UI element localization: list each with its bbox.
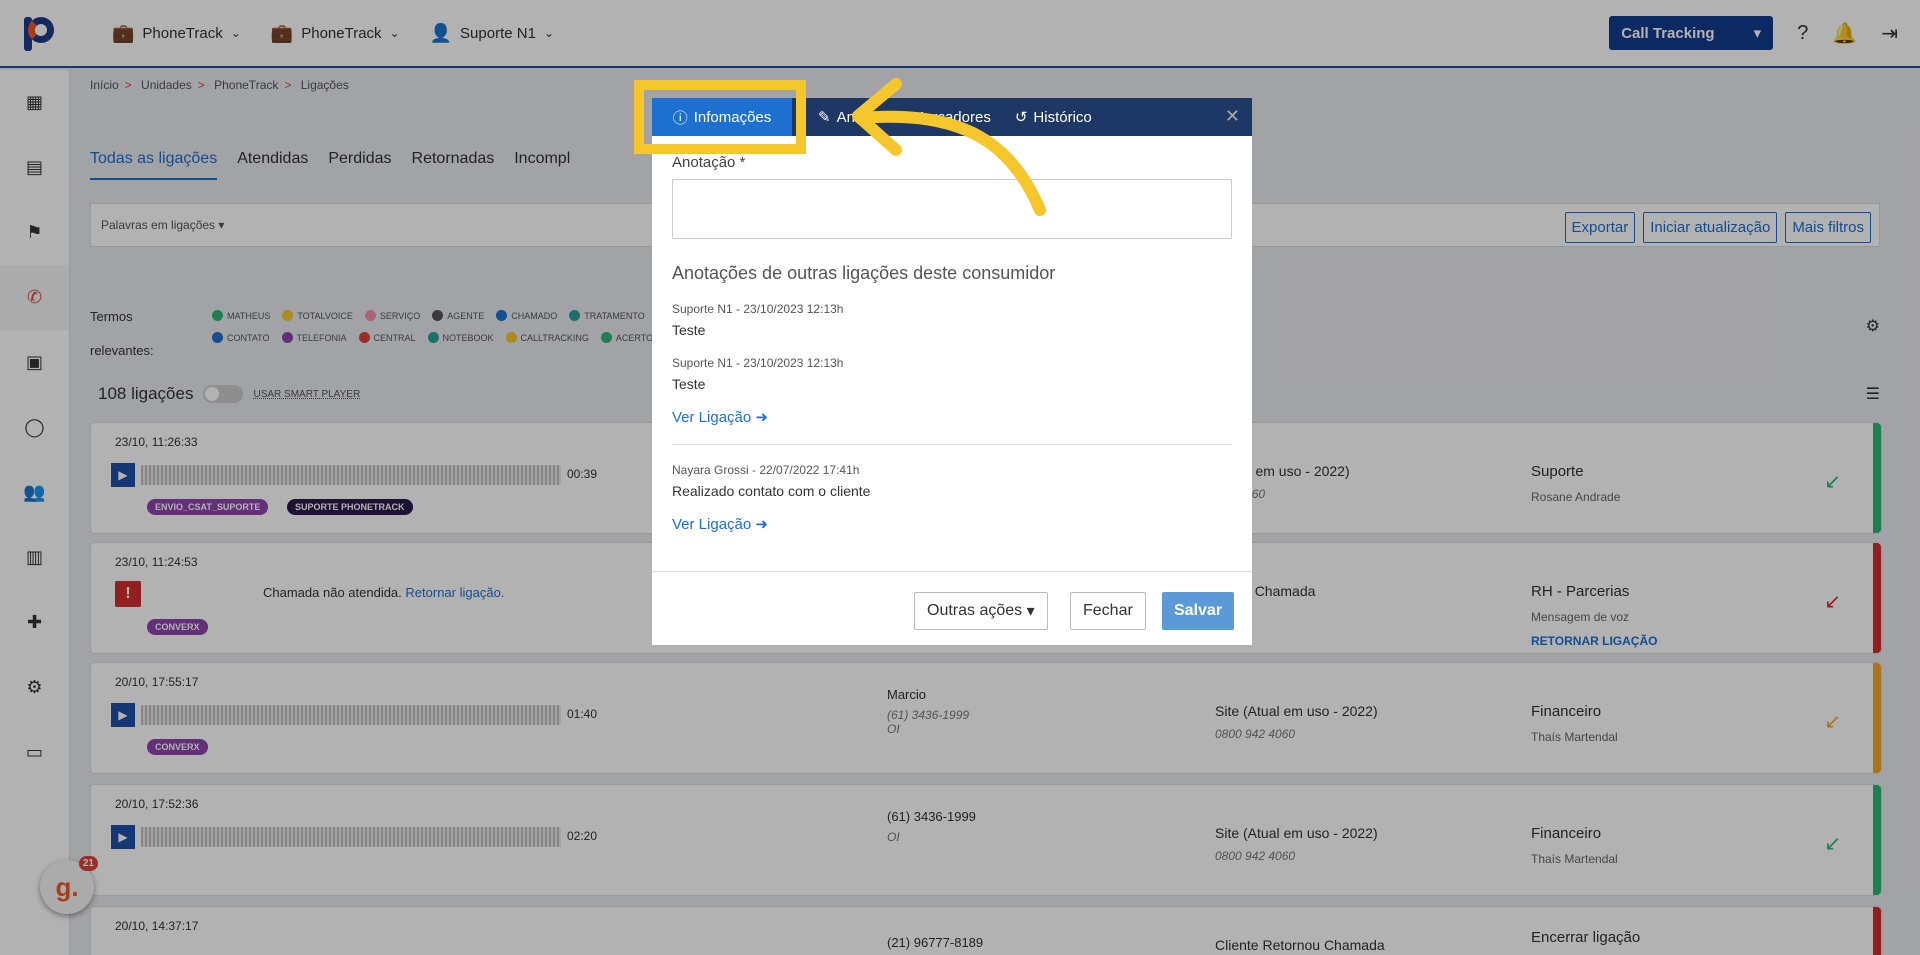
other-annotations-heading: Anotações de outras ligações deste consu… (672, 263, 1056, 283)
call-details-modal: ⓘ Infomações ✎ Anot ▭ Marcadores ↺ Histórico… (652, 98, 1252, 645)
tag-icon: ▭ (891, 109, 906, 126)
annotation-note: Nayara Grossi - 22/07/2022 17:41h Realiz… (672, 463, 871, 499)
save-button[interactable]: Salvar (1162, 592, 1235, 630)
edit-icon: ✎ (818, 109, 831, 126)
close-icon[interactable]: ✕ (1225, 106, 1240, 127)
annotation-note: Suporte N1 - 23/10/2023 12:13h Teste (672, 302, 844, 338)
other-actions-dropdown[interactable]: Outras ações ▾ (914, 592, 1048, 630)
close-button[interactable]: Fechar (1070, 592, 1146, 630)
annotation-textarea[interactable] (672, 179, 1232, 239)
chevron-right-circle-icon: ➜ (755, 409, 768, 426)
history-icon: ↺ (1014, 109, 1028, 126)
annotation-label: Anotação * (672, 154, 746, 171)
annotation-note: Suporte N1 - 23/10/2023 12:13h Teste (672, 356, 844, 392)
tutorial-highlight-box (634, 80, 806, 154)
divider (672, 444, 1232, 445)
tab-anotacoes[interactable]: ✎ Anot (806, 98, 879, 136)
modal-footer: Outras ações ▾ Fechar Salvar (652, 571, 1252, 645)
view-call-link[interactable]: Ver Ligação ➜ (672, 515, 1232, 533)
tab-historico[interactable]: ↺ Histórico (1003, 98, 1104, 136)
view-call-link[interactable]: Ver Ligação ➜ (672, 408, 1232, 426)
chevron-right-circle-icon: ➜ (755, 516, 768, 533)
tab-marcadores[interactable]: ▭ Marcadores (879, 98, 1002, 136)
